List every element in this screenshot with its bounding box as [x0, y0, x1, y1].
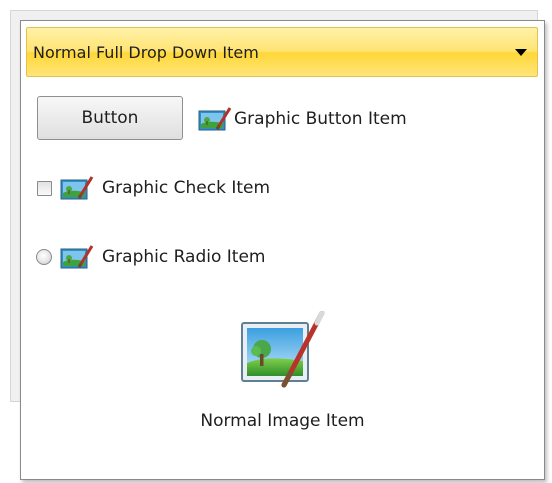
- picture-edit-icon: [198, 107, 232, 131]
- chevron-down-icon[interactable]: [515, 49, 527, 56]
- normal-image-label: Normal Image Item: [200, 411, 365, 431]
- graphic-check-label: Graphic Check Item: [102, 178, 271, 198]
- picture-edit-icon: [60, 245, 94, 269]
- graphic-button-label: Graphic Button Item: [234, 109, 407, 129]
- checkbox[interactable]: [37, 180, 52, 196]
- picture-edit-icon: [60, 176, 94, 200]
- graphic-button-item[interactable]: Graphic Button Item: [198, 104, 407, 134]
- graphic-check-item[interactable]: Graphic Check Item: [37, 173, 270, 203]
- button[interactable]: Button: [37, 96, 183, 140]
- normal-image-item[interactable]: Normal Image Item: [21, 311, 544, 431]
- graphic-radio-label: Graphic Radio Item: [102, 247, 266, 267]
- dropdown-menu: Normal Full Drop Down Item Button Graphi…: [20, 20, 545, 480]
- button-label: Button: [81, 108, 139, 128]
- picture-edit-icon: [240, 311, 324, 388]
- full-dropdown-item[interactable]: Normal Full Drop Down Item: [26, 27, 538, 77]
- dropdown-label: Normal Full Drop Down Item: [33, 42, 259, 62]
- graphic-radio-item[interactable]: Graphic Radio Item: [36, 242, 266, 272]
- radio-button[interactable]: [36, 249, 52, 265]
